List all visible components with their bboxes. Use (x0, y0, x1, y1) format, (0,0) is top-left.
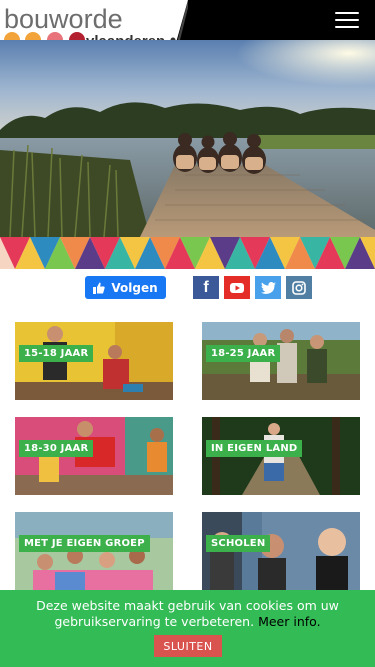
youtube-icon (230, 282, 244, 293)
cookie-close-button[interactable]: SLUITEN (154, 635, 222, 657)
youtube-button[interactable] (224, 276, 250, 299)
cookie-message: Deze website maakt gebruik van cookies o… (36, 598, 339, 629)
thumbs-up-icon (93, 282, 106, 294)
tile-label: SCHOLEN (206, 535, 271, 552)
logo-word: bouworde (4, 4, 123, 34)
tile-18-25[interactable]: 18-25 JAAR (202, 322, 360, 400)
menu-button[interactable] (335, 12, 359, 28)
more-info-link[interactable]: Meer info. (258, 614, 320, 629)
facebook-button[interactable]: f (193, 276, 219, 299)
tile-in-eigen-land[interactable]: IN EIGEN LAND (202, 417, 360, 495)
twitter-icon (260, 281, 276, 294)
tile-label: 18-25 JAAR (206, 345, 281, 362)
twitter-button[interactable] (255, 276, 281, 299)
social-row: Volgen f (0, 276, 375, 300)
decorative-pattern (0, 237, 375, 269)
tile-label: MET JE EIGEN GROEP (19, 535, 150, 552)
hero-image (0, 40, 375, 237)
cookie-banner: Deze website maakt gebruik van cookies o… (0, 590, 375, 667)
follow-button[interactable]: Volgen (85, 276, 166, 299)
tile-scholen[interactable]: SCHOLEN (202, 512, 360, 590)
instagram-icon (292, 280, 306, 295)
tile-label: 15-18 JAAR (19, 345, 94, 362)
tile-15-18[interactable]: 15-18 JAAR (15, 322, 173, 400)
facebook-icon: f (203, 278, 209, 296)
tile-label: IN EIGEN LAND (206, 440, 303, 457)
follow-label: Volgen (111, 280, 158, 295)
instagram-button[interactable] (286, 276, 312, 299)
tile-eigen-groep[interactable]: MET JE EIGEN GROEP (15, 512, 173, 590)
tile-label: 18-30 JAAR (19, 440, 94, 457)
tile-18-30[interactable]: 18-30 JAAR (15, 417, 173, 495)
hamburger-icon (335, 12, 359, 14)
